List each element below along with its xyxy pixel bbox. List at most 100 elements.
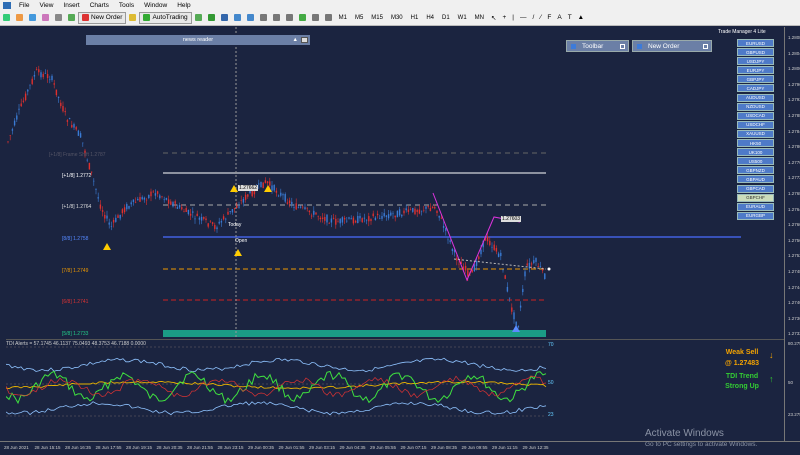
channel-icon[interactable]: ∕: [538, 12, 543, 24]
symbol-us500[interactable]: US500: [737, 157, 774, 166]
templates-icon[interactable]: [323, 12, 334, 24]
menu-insert[interactable]: Insert: [58, 2, 84, 9]
candle-body: [132, 199, 135, 202]
symbol-usdchf[interactable]: USDCHF: [737, 120, 774, 129]
toolbar-panel[interactable]: Toolbar: [566, 40, 629, 52]
arrow-icon[interactable]: ▲: [576, 12, 586, 24]
timeframe-m15[interactable]: M15: [367, 15, 387, 21]
candle-body: [29, 84, 31, 86]
candle-body: [431, 206, 434, 208]
indicators-icon[interactable]: [297, 12, 308, 24]
candle-body: [533, 260, 535, 264]
horizontal-line-icon[interactable]: —: [518, 12, 529, 24]
symbol-gbpaud[interactable]: GBPAUD: [737, 175, 774, 184]
bar-chart-icon[interactable]: [193, 12, 204, 24]
symbol-eurgbp[interactable]: EURGBP: [737, 211, 774, 220]
symbol-euraud[interactable]: EURAUD: [737, 202, 774, 211]
price-tick: 1.27525: [788, 253, 800, 259]
price-axis: 1.28085 1.28045 1.28005 1.27965 1.27925 1.278…: [784, 27, 800, 445]
time-tick: 29 Jun 09:55: [461, 445, 488, 450]
timeframe-m30[interactable]: M30: [387, 15, 407, 21]
candle-body: [183, 211, 185, 212]
symbol-gbpchf[interactable]: GBPCHF: [737, 193, 774, 202]
timeframe-m5[interactable]: M5: [351, 15, 367, 21]
menu-help[interactable]: Help: [172, 2, 195, 9]
tile-icon[interactable]: [258, 12, 269, 24]
candle-body: [324, 216, 326, 221]
tester-icon[interactable]: [66, 12, 77, 24]
candle-body: [205, 218, 207, 221]
timeframe-w1[interactable]: W1: [454, 15, 471, 21]
menu-tools[interactable]: Tools: [114, 2, 139, 9]
new-chart-icon[interactable]: [1, 12, 12, 24]
symbol-hk50[interactable]: HK50: [737, 139, 774, 148]
timeframe-h1[interactable]: H1: [407, 15, 423, 21]
timeframe-mn[interactable]: MN: [471, 15, 488, 21]
symbol-usdjpy[interactable]: USDJPY: [737, 57, 774, 66]
symbol-nzdusd[interactable]: NZDUSD: [737, 102, 774, 111]
trendline-icon[interactable]: /: [530, 12, 536, 24]
symbol-gbpnzd[interactable]: GBPNZD: [737, 166, 774, 175]
candle-body: [97, 197, 99, 199]
market-watch-icon[interactable]: [27, 12, 38, 24]
collapse-icon[interactable]: ▲: [293, 37, 298, 43]
menu-charts[interactable]: Charts: [85, 2, 114, 9]
candle-body: [291, 201, 293, 204]
symbol-xauusd[interactable]: XAUUSD: [737, 129, 774, 138]
timeframe-h4[interactable]: H4: [422, 15, 438, 21]
metaeditor-icon[interactable]: [127, 12, 138, 24]
timeframe-m1[interactable]: M1: [335, 15, 351, 21]
shift-icon[interactable]: [284, 12, 295, 24]
candle-body: [357, 215, 359, 224]
maximize-icon[interactable]: [703, 43, 708, 49]
zoom-in-icon[interactable]: [232, 12, 243, 24]
price-chart[interactable]: [6, 27, 784, 337]
news-reader-bar[interactable]: news reader ▲: [86, 35, 310, 45]
scroll-icon[interactable]: [271, 12, 282, 24]
zoom-out-icon[interactable]: [245, 12, 256, 24]
symbol-uk100[interactable]: UK100: [737, 148, 774, 157]
candle-body: [185, 208, 187, 212]
candle-body: [22, 100, 25, 102]
tdi-indicator-pane[interactable]: TDI Alerts = 57.1745 46.1137 75.0493 48.…: [6, 339, 784, 441]
symbol-gbpcad[interactable]: GBPCAD: [737, 184, 774, 193]
symbol-eurjpy[interactable]: EURJPY: [737, 66, 774, 75]
time-tick: 28 Jun 15:15: [34, 445, 61, 450]
new-order-button[interactable]: New Order: [78, 11, 127, 24]
time-tick: 29 Jun 03:15: [309, 445, 336, 450]
navigator-icon[interactable]: [40, 12, 51, 24]
cursor-icon[interactable]: ↖: [489, 12, 498, 24]
menu-file[interactable]: File: [14, 2, 34, 9]
label-icon[interactable]: T: [566, 12, 574, 24]
candle-body: [13, 120, 16, 126]
vertical-line-icon[interactable]: |: [510, 12, 516, 24]
symbol-cadjpy[interactable]: CADJPY: [737, 84, 774, 93]
timeframe-d1[interactable]: D1: [438, 15, 454, 21]
autotrading-button[interactable]: AutoTrading: [139, 11, 192, 24]
line-chart-icon[interactable]: [219, 12, 230, 24]
symbol-gbpusd[interactable]: GBPUSD: [737, 48, 774, 57]
maximize-icon[interactable]: [620, 43, 625, 49]
close-icon[interactable]: [301, 37, 308, 43]
candle-body: [121, 209, 124, 214]
fibo-icon[interactable]: F: [545, 12, 553, 24]
candle-body: [229, 211, 231, 212]
text-icon[interactable]: A: [555, 12, 563, 24]
terminal-icon[interactable]: [53, 12, 64, 24]
crosshair-icon[interactable]: +: [500, 12, 508, 24]
candle-body: [196, 213, 198, 217]
symbol-audusd[interactable]: AUDUSD: [737, 93, 774, 102]
profiles-icon[interactable]: [14, 12, 25, 24]
candle-body: [115, 217, 117, 222]
menu-view[interactable]: View: [34, 2, 58, 9]
new-order-panel[interactable]: New Order: [632, 40, 712, 52]
periods-icon[interactable]: [310, 12, 321, 24]
symbol-eurusd[interactable]: EURUSD: [737, 39, 774, 47]
candle-chart-icon[interactable]: [206, 12, 217, 24]
menu-window[interactable]: Window: [139, 2, 172, 9]
candle-body: [264, 180, 267, 183]
symbol-gbpjpy[interactable]: GBPJPY: [737, 75, 774, 84]
symbol-usdcad[interactable]: USDCAD: [737, 111, 774, 120]
candle-body: [79, 133, 82, 138]
price-tick: 1.27845: [788, 128, 800, 134]
